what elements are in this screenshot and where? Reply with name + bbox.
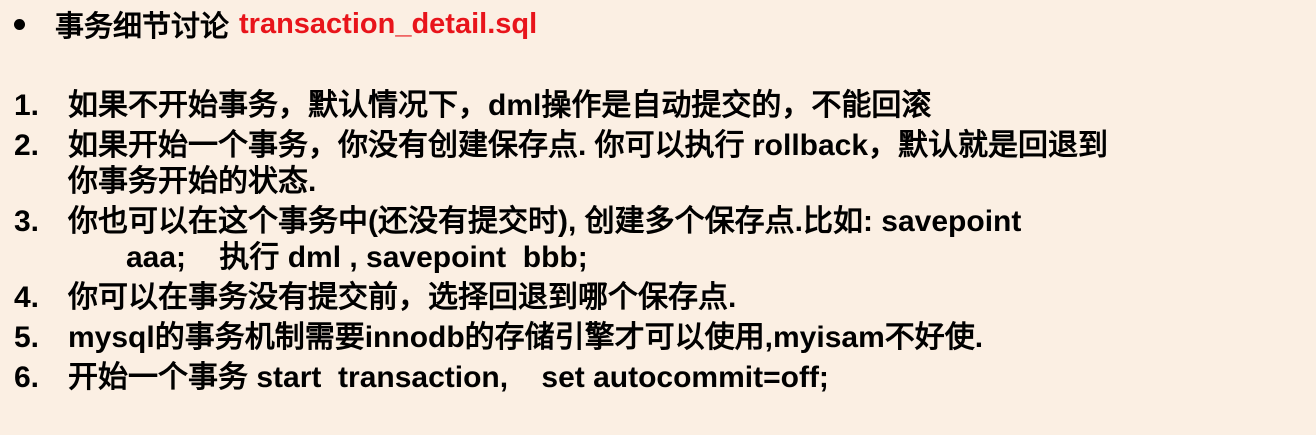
item-line: 如果不开始事务，默认情况下，dml操作是自动提交的，不能回滚 [68, 89, 932, 122]
item-number: 1. [14, 89, 40, 122]
title-filename: transaction_detail.sql [239, 7, 538, 40]
list-item-5: 5. mysql的事务机制需要innodb的存储引擎才可以使用,myisam不好… [14, 320, 1310, 356]
item-line-continued: 你事务开始的状态. [68, 165, 317, 198]
item-line: 你可以在事务没有提交前，选择回退到哪个保存点. [68, 281, 737, 314]
item-number: 3. [14, 205, 40, 238]
list-item-6: 6. 开始一个事务 start transaction, set autocom… [14, 360, 1310, 396]
title-text: 事务细节讨论 [55, 11, 230, 43]
list-item-2: 2. 如果开始一个事务，你没有创建保存点. 你可以执行 rollback，默认就… [14, 128, 1310, 200]
item-line: 开始一个事务 start transaction, set autocommit… [68, 361, 829, 394]
list-item-3: 3. 你也可以在这个事务中(还没有提交时), 创建多个保存点.比如: savep… [14, 204, 1310, 276]
list-item-4: 4. 你可以在事务没有提交前，选择回退到哪个保存点. [14, 280, 1310, 316]
item-line: mysql的事务机制需要innodb的存储引擎才可以使用,myisam不好使. [68, 321, 984, 354]
numbered-list: 1. 如果不开始事务，默认情况下，dml操作是自动提交的，不能回滚 2. 如果开… [14, 88, 1310, 400]
item-number: 4. [14, 281, 40, 314]
item-number: 2. [14, 129, 40, 162]
list-item-1: 1. 如果不开始事务，默认情况下，dml操作是自动提交的，不能回滚 [14, 88, 1310, 124]
slide: 事务细节讨论 transaction_detail.sql 1. 如果不开始事务… [0, 0, 1316, 435]
item-number: 5. [14, 321, 40, 354]
item-number: 6. [14, 361, 40, 394]
bullet-dot-icon [14, 18, 25, 30]
item-line: 如果开始一个事务，你没有创建保存点. 你可以执行 rollback，默认就是回退… [68, 129, 1109, 162]
item-line: 你也可以在这个事务中(还没有提交时), 创建多个保存点.比如: savepoin… [68, 205, 1022, 238]
slide-title: 事务细节讨论 transaction_detail.sql [12, 4, 537, 44]
item-line-continued: aaa; 执行 dml , savepoint bbb; [126, 241, 588, 274]
